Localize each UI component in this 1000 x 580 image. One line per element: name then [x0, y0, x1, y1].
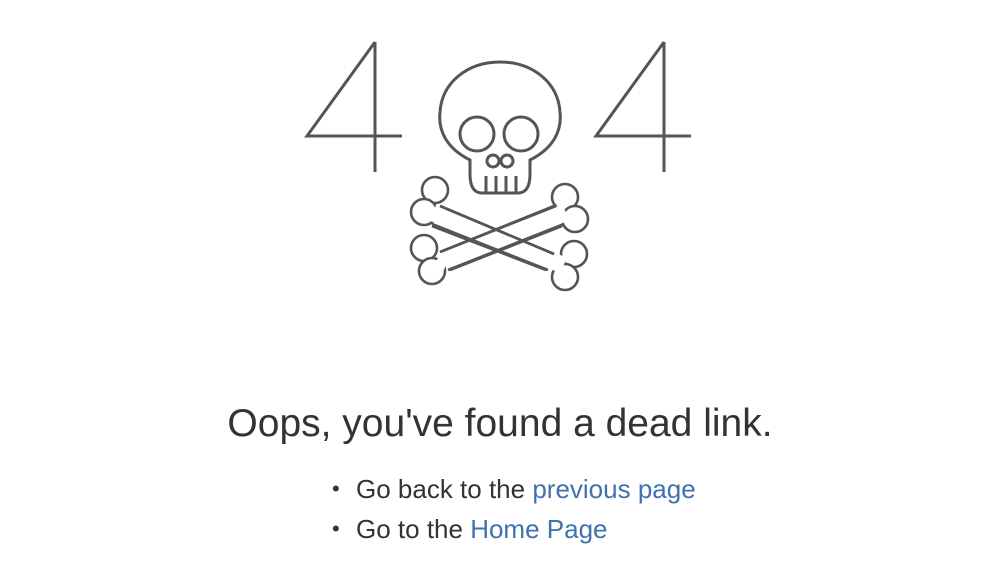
- list-item-home-page: • Go to the Home Page: [0, 509, 1000, 549]
- previous-page-link[interactable]: previous page: [532, 474, 695, 504]
- page-title: Oops, you've found a dead link.: [227, 402, 773, 445]
- help-links-list: • Go back to the previous page • Go to t…: [0, 469, 1000, 549]
- link-prefix-text: Go back to the: [356, 474, 533, 504]
- list-item-previous-page: • Go back to the previous page: [0, 469, 1000, 509]
- bullet-icon: •: [332, 516, 340, 541]
- right-digit-four: [593, 41, 691, 172]
- left-digit-four: [304, 41, 402, 172]
- bullet-icon: •: [332, 476, 340, 501]
- link-prefix-text: Go to the: [356, 514, 471, 544]
- error-404-illustration: [0, 0, 1000, 320]
- illustration-svg: [304, 41, 691, 292]
- skull-icon: [438, 60, 562, 195]
- home-page-link[interactable]: Home Page: [470, 514, 607, 544]
